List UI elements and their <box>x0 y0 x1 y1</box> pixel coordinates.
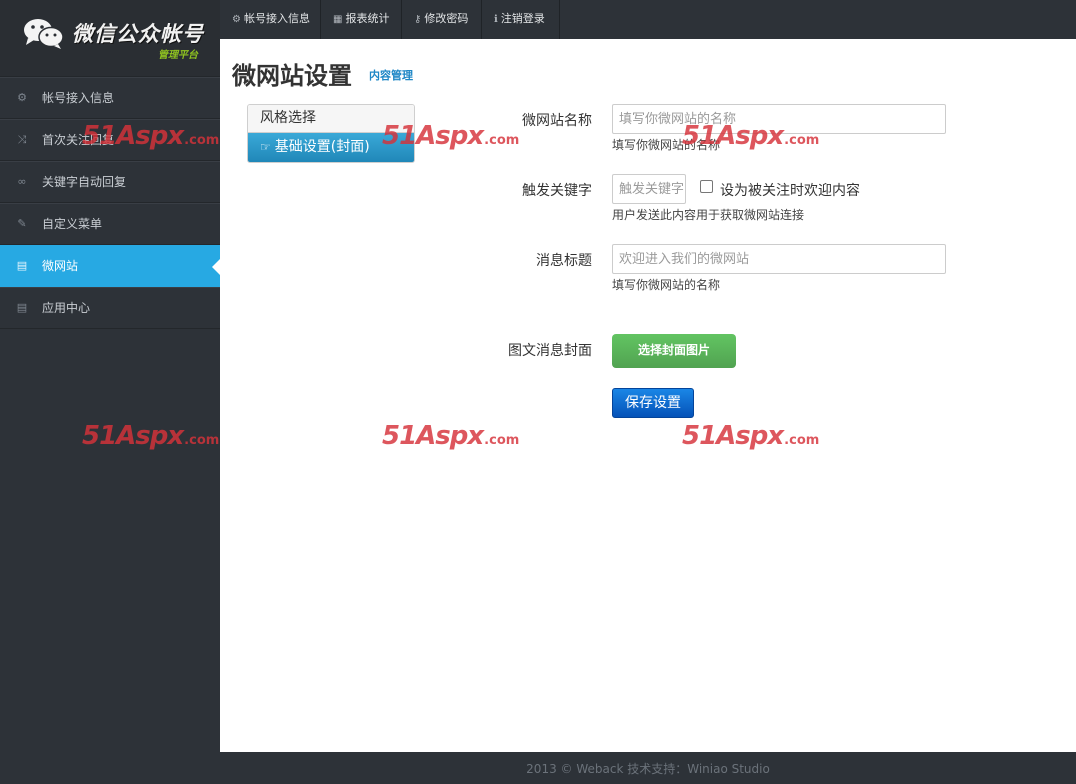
hand-pointer-icon: ☞ <box>260 140 271 154</box>
gear-icon: ⚙ <box>17 91 27 104</box>
logo: 微信公众帐号 管理平台 <box>0 0 220 77</box>
top-nav-label: 报表统计 <box>345 12 390 25</box>
wechat-logo-icon <box>24 19 64 49</box>
list-icon: ▤ <box>16 301 28 314</box>
site-name-input[interactable] <box>612 104 946 134</box>
sidebar-item-label: 首次关注回复 <box>42 133 115 147</box>
style-item-label: 基础设置(封面) <box>274 139 370 155</box>
info-icon: ℹ <box>494 14 498 25</box>
sidebar-item-label: 帐号接入信息 <box>42 91 115 105</box>
keyword-input[interactable] <box>612 174 686 204</box>
cover-label: 图文消息封面 <box>508 343 592 359</box>
sidebar: 微信公众帐号 管理平台 ⚙ 帐号接入信息 ⤨ 首次关注回复 ∞ 关键字自动回复 … <box>0 0 220 752</box>
top-nav-label: 帐号接入信息 <box>243 12 310 25</box>
pushpin-icon: ✎ <box>17 217 27 230</box>
main-content: 微网站设置 内容管理 风格选择 ☞ 基础设置(封面) 微网站名称 填写你微网站的名… <box>220 39 1076 752</box>
message-title-label: 消息标题 <box>536 253 592 269</box>
top-nav-account-info[interactable]: ⚙ 帐号接入信息 <box>220 0 321 39</box>
sidebar-item-label: 微网站 <box>42 259 79 273</box>
list-icon: ▤ <box>16 259 28 272</box>
sidebar-item-first-follow-reply[interactable]: ⤨ 首次关注回复 <box>0 119 220 161</box>
style-item-basic-settings[interactable]: ☞ 基础设置(封面) <box>248 133 414 162</box>
style-panel: 风格选择 ☞ 基础设置(封面) <box>247 104 415 163</box>
sidebar-item-custom-menu[interactable]: ✎ 自定义菜单 <box>0 203 220 245</box>
sidebar-item-keyword-reply[interactable]: ∞ 关键字自动回复 <box>0 161 220 203</box>
site-name-label: 微网站名称 <box>522 113 592 129</box>
top-nav-label: 注销登录 <box>500 12 545 25</box>
page-title: 微网站设置 <box>232 62 352 90</box>
sidebar-item-micro-site[interactable]: ▤ 微网站 <box>0 245 220 287</box>
sidebar-item-label: 自定义菜单 <box>42 217 103 231</box>
welcome-content-checkbox[interactable] <box>700 180 713 193</box>
top-nav-label: 修改密码 <box>424 12 469 25</box>
link-icon: ∞ <box>17 175 27 188</box>
sidebar-item-account-info[interactable]: ⚙ 帐号接入信息 <box>0 77 220 119</box>
top-nav-logout[interactable]: ℹ 注销登录 <box>482 0 560 39</box>
message-title-help: 填写你微网站的名称 <box>612 278 721 292</box>
content-management-link[interactable]: 内容管理 <box>369 67 413 83</box>
site-name-help: 填写你微网站的名称 <box>612 138 721 152</box>
message-title-input[interactable] <box>612 244 946 274</box>
select-cover-image-button[interactable]: 选择封面图片 <box>612 334 736 368</box>
top-nav-reports[interactable]: ▦ 报表统计 <box>321 0 402 39</box>
welcome-content-checkbox-label[interactable]: 设为被关注时欢迎内容 <box>720 180 860 200</box>
logo-subtitle: 管理平台 <box>158 50 198 61</box>
logo-title: 微信公众帐号 <box>72 22 204 46</box>
sidebar-item-app-center[interactable]: ▤ 应用中心 <box>0 287 220 329</box>
sidebar-item-label: 应用中心 <box>42 301 91 315</box>
top-nav-change-password[interactable]: ⚷ 修改密码 <box>402 0 482 39</box>
sidebar-item-label: 关键字自动回复 <box>42 175 127 189</box>
style-panel-header: 风格选择 <box>248 105 414 133</box>
keyword-help: 用户发送此内容用于获取微网站连接 <box>612 208 805 222</box>
key-icon: ⚷ <box>414 14 422 25</box>
grid-icon: ▦ <box>333 14 343 25</box>
top-navbar: ⚙ 帐号接入信息 ▦ 报表统计 ⚷ 修改密码 ℹ 注销登录 <box>220 0 1076 39</box>
gear-icon: ⚙ <box>232 14 241 25</box>
save-settings-button[interactable]: 保存设置 <box>612 388 694 418</box>
footer: 2013 © Weback 技术支持：Winiao Studio <box>220 752 1076 784</box>
keyword-label: 触发关键字 <box>522 183 592 199</box>
shuffle-icon: ⤨ <box>17 133 27 146</box>
